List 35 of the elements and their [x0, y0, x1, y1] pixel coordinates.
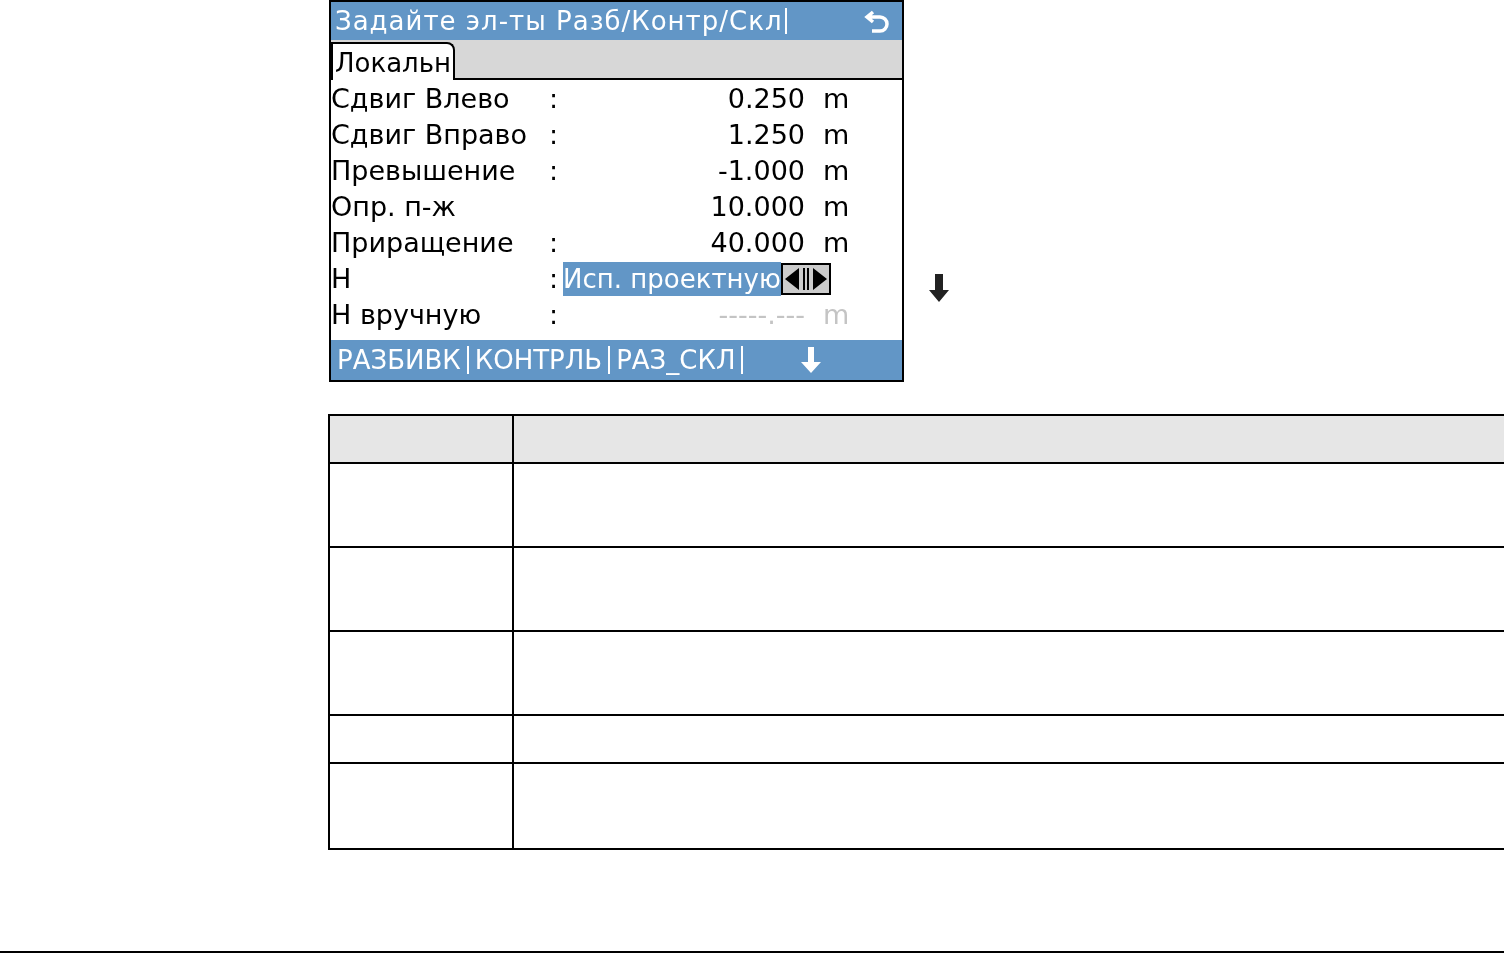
- colon: :: [549, 298, 560, 332]
- field-label: Сдвиг Вправо: [331, 118, 529, 152]
- field-value: 0.250: [726, 82, 806, 116]
- field-label: Опр. п-ж: [331, 190, 457, 224]
- colon: :: [549, 226, 560, 260]
- field-value: 40.000: [709, 226, 806, 260]
- softkey[interactable]: РАЗ_СКЛ: [616, 346, 744, 374]
- field-value: 1.250: [726, 118, 806, 152]
- unit-label: m: [822, 154, 851, 188]
- left-right-toggle-icon[interactable]: [780, 263, 831, 295]
- field-label: Приращение: [331, 226, 515, 260]
- field-value: -----.---: [717, 298, 806, 332]
- back-icon[interactable]: [864, 9, 890, 33]
- unit-label: m: [822, 226, 851, 260]
- softkey[interactable]: КОНТРЛЬ: [474, 346, 611, 374]
- choice-field[interactable]: Исп. проектную: [563, 262, 781, 296]
- unit-label: m: [822, 82, 851, 116]
- field-value: -1.000: [716, 154, 806, 188]
- colon: :: [549, 262, 560, 296]
- down-arrow-icon[interactable]: [801, 347, 822, 373]
- unit-label: m: [822, 298, 851, 332]
- down-arrow-icon: [929, 274, 949, 302]
- unit-label: m: [822, 118, 851, 152]
- field-label: H: [331, 262, 353, 296]
- colon: :: [549, 154, 560, 188]
- colon: :: [549, 118, 560, 152]
- field-value: 10.000: [709, 190, 806, 224]
- field-label: Сдвиг Влево: [331, 82, 511, 116]
- softkey[interactable]: РАЗБИВК: [337, 346, 469, 374]
- tab[interactable]: Локальн: [331, 42, 456, 80]
- field-label: Превышение: [331, 154, 517, 188]
- unit-label: m: [822, 190, 851, 224]
- field-label: H вручную: [331, 298, 483, 332]
- colon: :: [549, 82, 560, 116]
- screen-title: Задайте эл-ты Разб/Контр/Скл: [335, 4, 783, 38]
